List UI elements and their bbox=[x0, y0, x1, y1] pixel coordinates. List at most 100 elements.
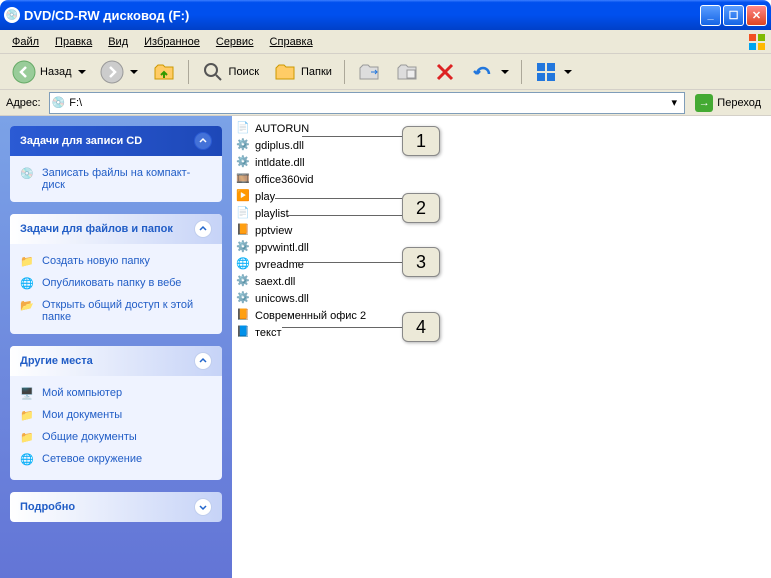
file-item[interactable]: 📙Современный офис 2 bbox=[234, 307, 769, 324]
file-name: play bbox=[255, 191, 275, 203]
copyto-icon bbox=[395, 60, 419, 84]
file-item[interactable]: 📘текст bbox=[234, 324, 769, 341]
cd-icon: 💿 bbox=[20, 167, 36, 183]
place-my-documents[interactable]: 📁 Мои документы bbox=[20, 406, 212, 428]
file-name: Современный офис 2 bbox=[255, 310, 366, 322]
menu-edit[interactable]: Правка bbox=[47, 33, 100, 51]
file-item[interactable]: ⚙️ppvwintl.dll bbox=[234, 239, 769, 256]
new-folder-icon: 📁 bbox=[20, 255, 36, 271]
panel-cd-tasks: Задачи для записи CD 💿 Записать файлы на… bbox=[10, 126, 222, 202]
place-my-computer[interactable]: 🖥️Мой компьютер bbox=[20, 384, 212, 406]
task-label: Записать файлы на компакт-диск bbox=[42, 167, 212, 191]
file-item[interactable]: ▶️play bbox=[234, 188, 769, 205]
address-bar: Адрес: 💿 ▾ → Переход bbox=[0, 90, 771, 116]
folders-icon bbox=[273, 60, 297, 84]
task-write-cd[interactable]: 💿 Записать файлы на компакт-диск bbox=[20, 164, 212, 194]
go-button[interactable]: → Переход bbox=[691, 92, 765, 114]
address-field[interactable] bbox=[69, 97, 662, 109]
file-list[interactable]: 📄AUTORUN⚙️gdiplus.dll⚙️intldate.dll🎞️off… bbox=[232, 116, 771, 578]
globe-icon: 🌐 bbox=[20, 277, 36, 293]
address-label: Адрес: bbox=[6, 97, 43, 109]
delete-button[interactable] bbox=[427, 57, 463, 87]
drive-icon: 💿 bbox=[52, 96, 66, 109]
drive-icon: 💿 bbox=[4, 7, 20, 23]
panel-header-filetasks[interactable]: Задачи для файлов и папок bbox=[10, 214, 222, 244]
back-icon bbox=[12, 60, 36, 84]
task-share-folder[interactable]: 📂Открыть общий доступ к этой папке bbox=[20, 296, 212, 326]
file-name: AUTORUN bbox=[255, 123, 309, 135]
file-item[interactable]: ⚙️intldate.dll bbox=[234, 154, 769, 171]
file-name: pvreadme bbox=[255, 259, 304, 271]
menu-tools[interactable]: Сервис bbox=[208, 33, 262, 51]
panel-title: Другие места bbox=[20, 355, 93, 367]
documents-icon: 📁 bbox=[20, 409, 36, 425]
menu-favorites[interactable]: Избранное bbox=[136, 33, 208, 51]
panel-header-cd[interactable]: Задачи для записи CD bbox=[10, 126, 222, 156]
back-button[interactable]: Назад bbox=[6, 57, 92, 87]
file-type-icon: 🎞️ bbox=[236, 172, 252, 188]
file-type-icon: ⚙️ bbox=[236, 274, 252, 290]
file-type-icon: ▶️ bbox=[236, 189, 252, 205]
file-item[interactable]: 📄AUTORUN bbox=[234, 120, 769, 137]
place-network[interactable]: 🌐Сетевое окружение bbox=[20, 450, 212, 472]
chevron-down-icon bbox=[78, 70, 86, 74]
file-item[interactable]: ⚙️unicows.dll bbox=[234, 290, 769, 307]
task-label: Мои документы bbox=[42, 409, 122, 421]
file-item[interactable]: ⚙️saext.dll bbox=[234, 273, 769, 290]
back-label: Назад bbox=[40, 66, 72, 78]
file-name: intldate.dll bbox=[255, 157, 305, 169]
file-name: ppvwintl.dll bbox=[255, 242, 309, 254]
expand-icon bbox=[194, 498, 212, 516]
panel-header-details[interactable]: Подробно bbox=[10, 492, 222, 522]
moveto-icon bbox=[357, 60, 381, 84]
file-item[interactable]: 🎞️office360vid bbox=[234, 171, 769, 188]
file-name: текст bbox=[255, 327, 282, 339]
file-type-icon: ⚙️ bbox=[236, 138, 252, 154]
panel-title: Подробно bbox=[20, 501, 75, 513]
forward-button[interactable] bbox=[94, 57, 144, 87]
window-title: DVD/CD-RW дисковод (F:) bbox=[24, 8, 700, 23]
toolbar: Назад Поиск Папки bbox=[0, 54, 771, 90]
file-item[interactable]: 📙pptview bbox=[234, 222, 769, 239]
panel-other-places: Другие места 🖥️Мой компьютер 📁 Мои докуме… bbox=[10, 346, 222, 480]
search-button[interactable]: Поиск bbox=[195, 57, 265, 87]
address-dropdown[interactable]: ▾ bbox=[666, 96, 682, 109]
forward-icon bbox=[100, 60, 124, 84]
chevron-down-icon bbox=[564, 70, 572, 74]
menu-view[interactable]: Вид bbox=[100, 33, 136, 51]
minimize-button[interactable]: _ bbox=[700, 5, 721, 26]
file-item[interactable]: 🌐pvreadme bbox=[234, 256, 769, 273]
file-name: office360vid bbox=[255, 174, 314, 186]
folders-button[interactable]: Папки bbox=[267, 57, 338, 87]
views-button[interactable] bbox=[528, 57, 578, 87]
tasks-sidebar: Задачи для записи CD 💿 Записать файлы на… bbox=[0, 116, 232, 578]
separator bbox=[521, 60, 522, 84]
up-button[interactable] bbox=[146, 57, 182, 87]
maximize-button[interactable]: ☐ bbox=[723, 5, 744, 26]
moveto-button[interactable] bbox=[351, 57, 387, 87]
task-publish-web[interactable]: 🌐Опубликовать папку в вебе bbox=[20, 274, 212, 296]
chevron-down-icon bbox=[501, 70, 509, 74]
collapse-icon bbox=[194, 220, 212, 238]
shared-docs-icon: 📁 bbox=[20, 431, 36, 447]
task-new-folder[interactable]: 📁Создать новую папку bbox=[20, 252, 212, 274]
panel-file-tasks: Задачи для файлов и папок 📁Создать новую… bbox=[10, 214, 222, 334]
file-item[interactable]: ⚙️gdiplus.dll bbox=[234, 137, 769, 154]
file-type-icon: 📙 bbox=[236, 308, 252, 324]
menu-file[interactable]: Файл bbox=[4, 33, 47, 51]
close-button[interactable]: ✕ bbox=[746, 5, 767, 26]
copyto-button[interactable] bbox=[389, 57, 425, 87]
chevron-down-icon bbox=[130, 70, 138, 74]
separator bbox=[344, 60, 345, 84]
file-type-icon: 📙 bbox=[236, 223, 252, 239]
windows-flag-icon bbox=[747, 32, 767, 52]
file-type-icon: ⚙️ bbox=[236, 240, 252, 256]
views-icon bbox=[534, 60, 558, 84]
address-input-wrap[interactable]: 💿 ▾ bbox=[49, 92, 686, 114]
file-item[interactable]: 📄playlist bbox=[234, 205, 769, 222]
place-shared-docs[interactable]: 📁Общие документы bbox=[20, 428, 212, 450]
undo-button[interactable] bbox=[465, 57, 515, 87]
panel-header-places[interactable]: Другие места bbox=[10, 346, 222, 376]
file-type-icon: 🌐 bbox=[236, 257, 252, 273]
menu-help[interactable]: Справка bbox=[262, 33, 321, 51]
